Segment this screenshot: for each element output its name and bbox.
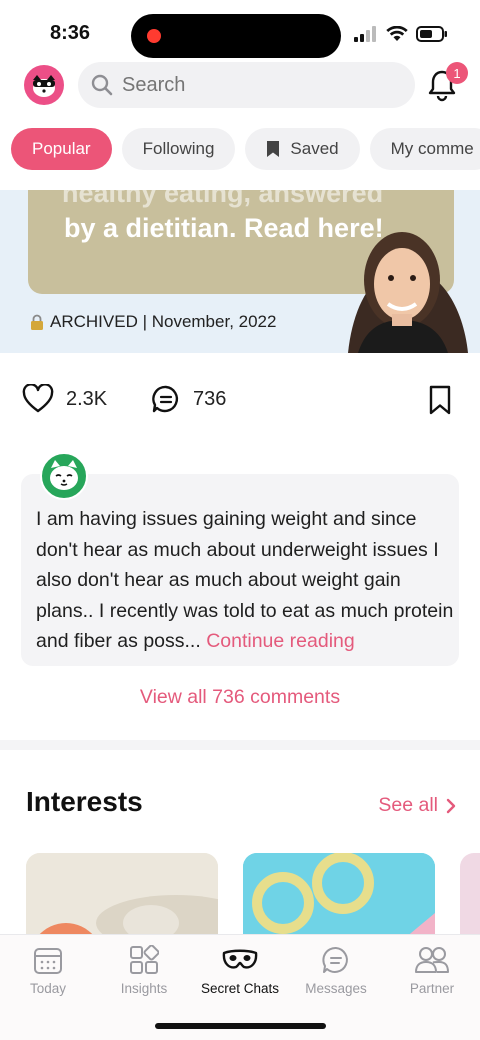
interest-card[interactable]: [243, 853, 435, 934]
tab-popular[interactable]: Popular: [11, 128, 112, 170]
nav-partner[interactable]: Partner: [384, 945, 480, 996]
search-bar[interactable]: [78, 62, 415, 108]
status-time: 8:36: [50, 22, 91, 44]
search-icon: [91, 74, 113, 96]
bookmark-icon[interactable]: [428, 384, 452, 416]
status-bar: 8:36: [0, 0, 480, 60]
interest-card-image: [26, 853, 218, 934]
view-all-comments-link[interactable]: View all 736 comments: [0, 686, 480, 709]
feed[interactable]: healthy eating, answered by a dietitian.…: [0, 190, 480, 934]
battery-icon: [416, 26, 447, 42]
see-all-label: See all: [378, 794, 438, 816]
search-input[interactable]: [122, 73, 382, 97]
dietitian-portrait: [348, 232, 468, 353]
tab-label: Following: [142, 139, 215, 158]
home-indicator[interactable]: [155, 1023, 326, 1029]
bookmark-icon: [267, 141, 280, 157]
people-icon: [415, 947, 449, 973]
section-divider: [0, 740, 480, 750]
tab-my-comments[interactable]: My comme: [369, 128, 480, 170]
recording-indicator: [147, 29, 161, 43]
like-button[interactable]: 2.3K: [22, 384, 107, 414]
nav-messages[interactable]: Messages: [288, 945, 384, 996]
nav-secret-chats[interactable]: Secret Chats: [192, 945, 288, 996]
mask-icon: [222, 949, 258, 969]
nav-insights[interactable]: Insights: [96, 945, 192, 996]
heart-icon: [22, 384, 54, 413]
post-banner[interactable]: healthy eating, answered by a dietitian.…: [0, 190, 480, 353]
cellular-signal-icon: [354, 26, 376, 42]
nav-today[interactable]: Today: [0, 945, 96, 996]
interest-card-image: [243, 853, 435, 934]
dynamic-island: [131, 14, 341, 58]
calendar-icon: [34, 948, 62, 974]
notification-badge: 1: [446, 62, 468, 84]
see-all-link[interactable]: See all: [378, 794, 456, 817]
comment-button[interactable]: 736: [151, 384, 226, 414]
like-count: 2.3K: [66, 387, 108, 410]
cat-avatar-icon: [50, 460, 78, 490]
interest-card[interactable]: [26, 853, 218, 934]
archived-label: ARCHIVED | November, 2022: [30, 312, 276, 332]
nav-label: Insights: [120, 981, 168, 996]
chevron-right-icon: [446, 798, 456, 813]
panda-avatar-icon: [33, 75, 55, 97]
chat-icon: [322, 946, 348, 973]
interest-card[interactable]: [460, 853, 480, 934]
tab-following[interactable]: Following: [121, 128, 236, 170]
tab-label: Popular: [32, 139, 91, 158]
nav-label: Today: [29, 981, 67, 996]
continue-reading-link[interactable]: Continue reading: [206, 630, 355, 652]
comment-count: 736: [193, 387, 227, 410]
comment-body: I am having issues gaining weight and si…: [36, 504, 456, 657]
post-actions: 2.3K 736: [0, 380, 480, 424]
tab-label: Saved: [290, 139, 339, 158]
nav-label: Messages: [305, 981, 367, 996]
tab-label: My comme: [390, 139, 474, 158]
comment-icon: [152, 385, 179, 413]
top-header: 1: [0, 60, 480, 112]
wifi-icon: [386, 26, 408, 41]
nav-label: Secret Chats: [200, 981, 280, 996]
profile-avatar[interactable]: [24, 65, 64, 105]
grid-icon: [130, 945, 159, 974]
archived-text: ARCHIVED | November, 2022: [50, 312, 277, 331]
feed-tabs: Popular Following Saved My comme: [0, 128, 480, 170]
banner-headline-partial: healthy eating, answered: [62, 190, 384, 208]
lock-icon: [31, 314, 43, 330]
status-icons: [354, 26, 448, 42]
commenter-avatar[interactable]: [40, 452, 88, 500]
tab-saved[interactable]: Saved: [245, 128, 360, 170]
interests-heading: Interests: [26, 786, 143, 817]
nav-label: Partner: [409, 981, 455, 996]
